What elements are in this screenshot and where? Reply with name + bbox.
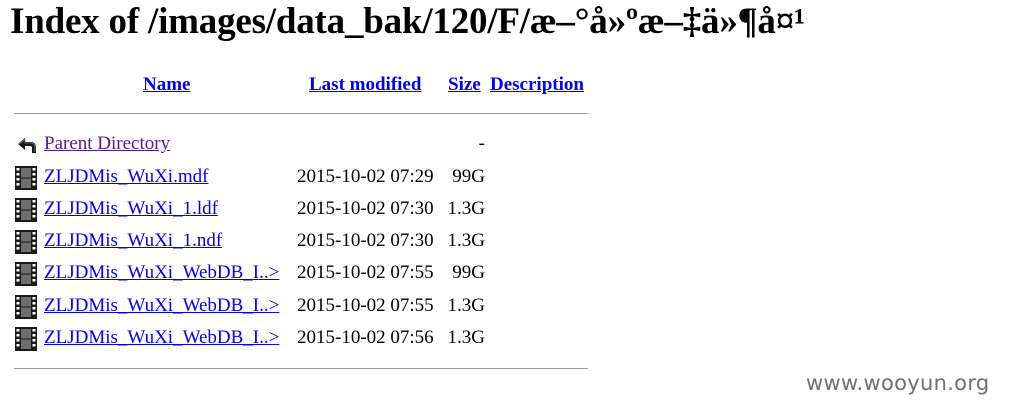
file-date: 2015-10-02 07:55 bbox=[297, 262, 434, 283]
file-link[interactable]: ZLJDMis_WuXi_WebDB_I..> bbox=[44, 327, 279, 349]
file-link[interactable]: ZLJDMis_WuXi_1.ndf bbox=[44, 230, 222, 252]
film-strip-icon bbox=[15, 166, 37, 190]
parent-directory-link[interactable]: Parent Directory bbox=[44, 133, 170, 155]
file-row: ZLJDMis_WuXi_1.ndf 2015-10-02 07:30 1.3G bbox=[0, 226, 600, 256]
file-row: ZLJDMis_WuXi_WebDB_I..> 2015-10-02 07:56… bbox=[0, 323, 600, 353]
column-header-name[interactable]: Name bbox=[143, 74, 190, 96]
file-row: ZLJDMis_WuXi_1.ldf 2015-10-02 07:30 1.3G bbox=[0, 194, 600, 224]
back-arrow-icon bbox=[18, 138, 36, 153]
film-strip-icon bbox=[15, 198, 37, 222]
file-size: 1.3G bbox=[447, 295, 485, 316]
file-date: 2015-10-02 07:55 bbox=[297, 295, 434, 316]
footer-divider bbox=[14, 368, 588, 369]
page-title: Index of /images/data_bak/120/F/æ–°å»ºæ–… bbox=[10, 1, 805, 42]
file-link[interactable]: ZLJDMis_WuXi_WebDB_I..> bbox=[44, 262, 279, 284]
parent-directory-row: Parent Directory - bbox=[0, 129, 600, 159]
file-link[interactable]: ZLJDMis_WuXi_WebDB_I..> bbox=[44, 295, 279, 317]
file-link[interactable]: ZLJDMis_WuXi_1.ldf bbox=[44, 198, 218, 220]
header-divider bbox=[14, 113, 588, 114]
column-header-last-modified[interactable]: Last modified bbox=[309, 74, 421, 96]
file-row: ZLJDMis_WuXi_WebDB_I..> 2015-10-02 07:55… bbox=[0, 258, 600, 288]
film-strip-icon bbox=[15, 295, 37, 319]
parent-directory-size: - bbox=[478, 133, 485, 154]
film-strip-icon bbox=[15, 262, 37, 286]
file-date: 2015-10-02 07:56 bbox=[297, 327, 434, 348]
file-size: 99G bbox=[452, 262, 485, 283]
file-size: 1.3G bbox=[447, 230, 485, 251]
file-size: 1.3G bbox=[447, 198, 485, 219]
file-date: 2015-10-02 07:29 bbox=[297, 166, 434, 187]
file-size: 1.3G bbox=[447, 327, 485, 348]
film-strip-icon bbox=[15, 230, 37, 254]
file-date: 2015-10-02 07:30 bbox=[297, 198, 434, 219]
file-size: 99G bbox=[452, 166, 485, 187]
column-header-size[interactable]: Size bbox=[448, 74, 481, 96]
column-header-description[interactable]: Description bbox=[490, 74, 584, 96]
file-row: ZLJDMis_WuXi.mdf 2015-10-02 07:29 99G bbox=[0, 162, 600, 192]
watermark: www.wooyun.org bbox=[806, 371, 990, 395]
file-link[interactable]: ZLJDMis_WuXi.mdf bbox=[44, 166, 208, 188]
file-date: 2015-10-02 07:30 bbox=[297, 230, 434, 251]
film-strip-icon bbox=[15, 327, 37, 351]
file-row: ZLJDMis_WuXi_WebDB_I..> 2015-10-02 07:55… bbox=[0, 291, 600, 321]
